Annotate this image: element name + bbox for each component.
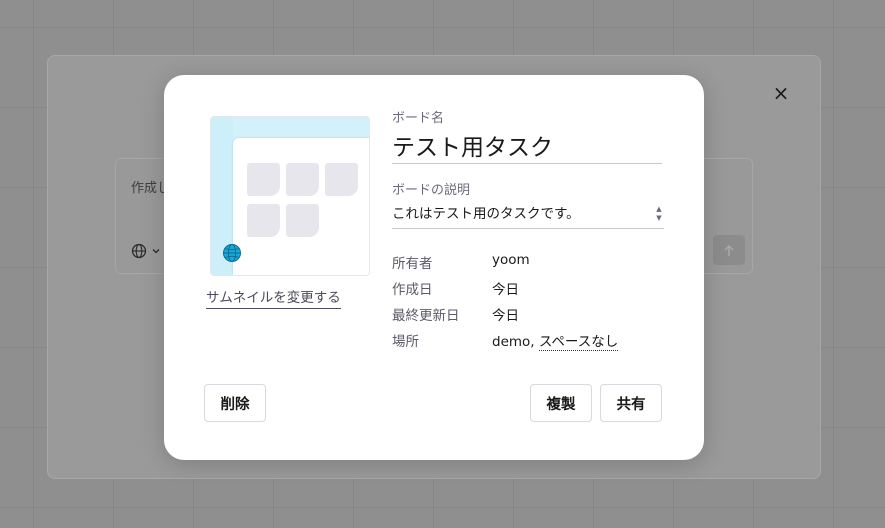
location-value: demo, スペースなし [492,330,619,351]
share-button[interactable]: 共有 [600,384,662,422]
board-description-label: ボードの説明 [392,183,471,198]
board-settings-dialog: サムネイルを変更する ボード名 ボードの説明 これはテスト用のタスクです。 ▲▼… [164,75,704,460]
background-send-button[interactable] [713,235,745,265]
board-description-text: これはテスト用のタスクです。 [392,206,580,222]
owner-value: yoom [492,252,530,268]
globe-icon [222,243,242,263]
arrow-up-icon [724,244,734,256]
duplicate-button[interactable]: 複製 [530,384,592,422]
location-team: demo, [492,334,535,350]
change-thumbnail-link[interactable]: サムネイルを変更する [206,290,341,309]
background-globe-icon[interactable] [131,243,161,259]
board-description-input[interactable]: これはテスト用のタスクです。 ▲ ▼ [392,201,664,229]
board-name-label: ボード名 [392,111,445,126]
thumbnail-sticky-note [325,163,358,196]
updated-date-label: 最終更新日 [392,308,460,324]
background-close-icon[interactable]: × [770,82,792,104]
location-space-link[interactable]: スペースなし [538,334,619,351]
thumbnail-sticky-note [286,163,319,196]
thumbnail-sticky-note [286,204,319,237]
chevron-down-icon [152,249,160,254]
textarea-scroll-arrows-icon[interactable]: ▲ ▼ [654,205,664,225]
updated-date-value: 今日 [492,308,519,324]
created-date-label: 作成日 [392,282,433,298]
created-date-value: 今日 [492,282,519,298]
board-name-input[interactable] [392,127,662,164]
thumbnail-sticky-note [247,204,280,237]
board-thumbnail [210,116,370,276]
owner-label: 所有者 [392,256,433,272]
thumbnail-sticky-note [247,163,280,196]
location-label: 場所 [392,334,419,350]
delete-button[interactable]: 削除 [204,384,266,422]
app-backdrop: × 作成した [0,0,885,528]
thumbnail-canvas [233,138,369,275]
